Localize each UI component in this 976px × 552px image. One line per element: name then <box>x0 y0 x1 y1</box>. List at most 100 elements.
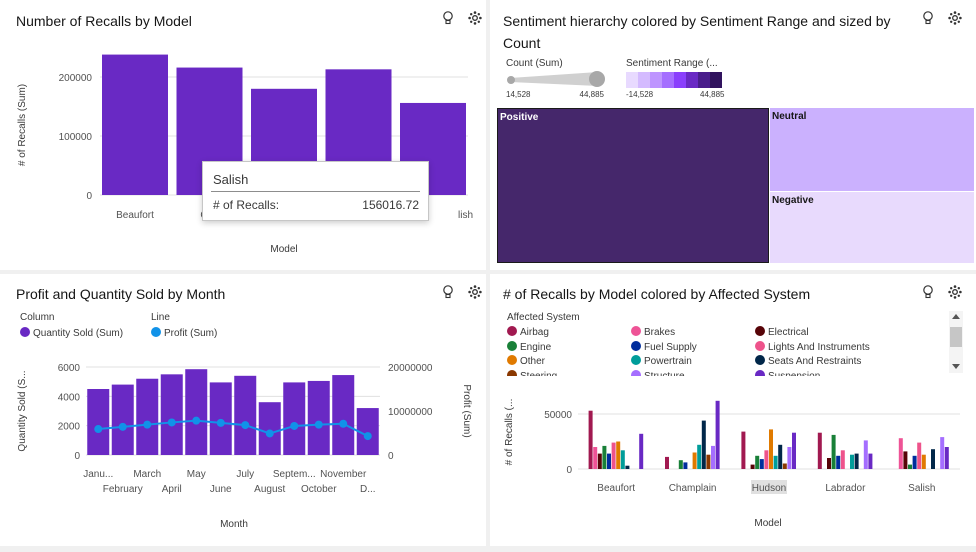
quantity-bar[interactable] <box>258 402 281 455</box>
affected-bar[interactable] <box>611 442 616 469</box>
quantity-bar[interactable] <box>234 375 257 455</box>
quantity-bar[interactable] <box>111 384 134 455</box>
affected-bar[interactable] <box>701 420 706 469</box>
month-tick: May <box>187 469 206 480</box>
affected-bar[interactable] <box>620 450 625 469</box>
affected-bar[interactable] <box>755 455 760 469</box>
quantity-bar[interactable] <box>87 389 110 455</box>
profit-point[interactable] <box>241 421 250 430</box>
affected-bar[interactable] <box>850 454 854 469</box>
affected-bar[interactable] <box>868 453 873 469</box>
month-tick: February <box>103 484 143 495</box>
month-tick: July <box>236 469 254 480</box>
affected-bar[interactable] <box>711 445 715 469</box>
gear-icon[interactable] <box>947 11 962 28</box>
affected-xtick[interactable]: Hudson <box>752 483 786 494</box>
profit-quantity-combo-chart: 0 2000 4000 6000 0 10000000 20000000 Janu... Feb… <box>17 363 472 530</box>
affected-bar[interactable] <box>665 456 669 469</box>
treemap-node-positive[interactable]: Positive <box>497 108 769 263</box>
profit-point[interactable] <box>118 422 127 431</box>
profit-point[interactable] <box>143 420 152 429</box>
affected-bar[interactable] <box>917 442 922 469</box>
quantity-bar[interactable] <box>136 378 159 455</box>
affected-bar[interactable] <box>903 451 908 469</box>
affected-bar[interactable] <box>715 400 720 469</box>
affected-bar[interactable] <box>678 460 683 469</box>
affected-bar[interactable] <box>854 453 859 469</box>
profit-point[interactable] <box>192 416 201 425</box>
affected-xtick[interactable]: Labrador <box>825 483 866 494</box>
treemap-node-neutral[interactable]: Neutral <box>770 108 974 191</box>
affected-bar[interactable] <box>898 438 903 469</box>
month-tick: November <box>320 469 367 480</box>
profit-ytick-right: 10000000 <box>388 407 433 418</box>
count-legend-size-scale <box>507 71 605 87</box>
affected-bar[interactable] <box>787 447 792 469</box>
affected-xtick[interactable]: Champlain <box>669 483 717 494</box>
month-tick: August <box>254 484 285 495</box>
affected-bar[interactable] <box>616 441 621 470</box>
affected-bar[interactable] <box>597 453 602 469</box>
affected-bar[interactable] <box>817 432 822 469</box>
affected-bar[interactable] <box>706 454 711 469</box>
treemap-label-positive: Positive <box>500 112 539 123</box>
affected-bar[interactable] <box>912 455 917 469</box>
affected-bar[interactable] <box>773 455 778 469</box>
affected-bar[interactable] <box>750 464 755 469</box>
affected-bar[interactable] <box>607 453 611 469</box>
affected-bar[interactable] <box>588 410 593 469</box>
quantity-bar[interactable] <box>283 382 306 455</box>
affected-bar[interactable] <box>921 454 926 469</box>
affected-system-panel: # of Recalls by Model colored by Affecte… <box>490 274 976 546</box>
profit-point[interactable] <box>216 418 225 427</box>
profit-point[interactable] <box>94 425 103 434</box>
profit-point[interactable] <box>314 420 323 429</box>
count-legend-title: Count (Sum) <box>506 58 563 69</box>
tooltip-value: 156016.72 <box>362 198 419 212</box>
affected-bar[interactable] <box>836 455 841 469</box>
affected-bar[interactable] <box>593 447 598 469</box>
affected-bar[interactable] <box>940 437 945 469</box>
affected-bar[interactable] <box>697 444 702 469</box>
affected-bar[interactable] <box>602 445 607 469</box>
affected-bar[interactable] <box>792 432 796 469</box>
affected-bar[interactable] <box>827 458 831 469</box>
quantity-bar[interactable] <box>185 369 208 455</box>
affected-bar[interactable] <box>625 465 630 469</box>
quantity-bar[interactable] <box>160 374 183 455</box>
affected-bar[interactable] <box>764 450 769 469</box>
affected-bar[interactable] <box>944 447 949 469</box>
profit-point[interactable] <box>290 421 299 430</box>
affected-bar[interactable] <box>683 462 688 469</box>
treemap-node-negative[interactable]: Negative <box>770 192 974 263</box>
affected-bar[interactable] <box>769 429 773 469</box>
affected-bar[interactable] <box>863 440 868 469</box>
affected-bar[interactable] <box>639 433 644 469</box>
quantity-bar[interactable] <box>307 380 330 455</box>
affected-bar[interactable] <box>782 463 787 470</box>
profit-point[interactable] <box>265 429 274 438</box>
affected-xtick[interactable]: Beaufort <box>597 483 635 494</box>
tooltip-label: # of Recalls: <box>213 198 280 212</box>
affected-bar[interactable] <box>759 459 764 469</box>
profit-point[interactable] <box>363 432 372 441</box>
affected-bar[interactable] <box>741 431 746 469</box>
affected-xtick[interactable]: Salish <box>908 483 935 494</box>
affected-bar[interactable] <box>931 449 935 469</box>
affected-bar[interactable] <box>908 464 912 469</box>
affected-bar[interactable] <box>831 434 836 469</box>
sentiment-title-line1: Sentiment hierarchy colored by Sentiment… <box>503 13 891 29</box>
profit-xlabel: Month <box>220 519 248 530</box>
affected-bar[interactable] <box>778 444 783 469</box>
profit-point[interactable] <box>339 419 348 428</box>
affected-bar[interactable] <box>840 450 845 469</box>
recalls-bar[interactable] <box>102 54 168 195</box>
lightbulb-icon[interactable] <box>922 11 938 28</box>
month-tick: October <box>301 484 337 495</box>
profit-point[interactable] <box>167 418 176 427</box>
quantity-bar[interactable] <box>332 375 355 455</box>
quantity-bar[interactable] <box>209 382 232 455</box>
month-tick: March <box>133 469 161 480</box>
affected-bar[interactable] <box>692 452 697 470</box>
count-legend: Count (Sum) 14,528 44,885 <box>506 58 618 102</box>
